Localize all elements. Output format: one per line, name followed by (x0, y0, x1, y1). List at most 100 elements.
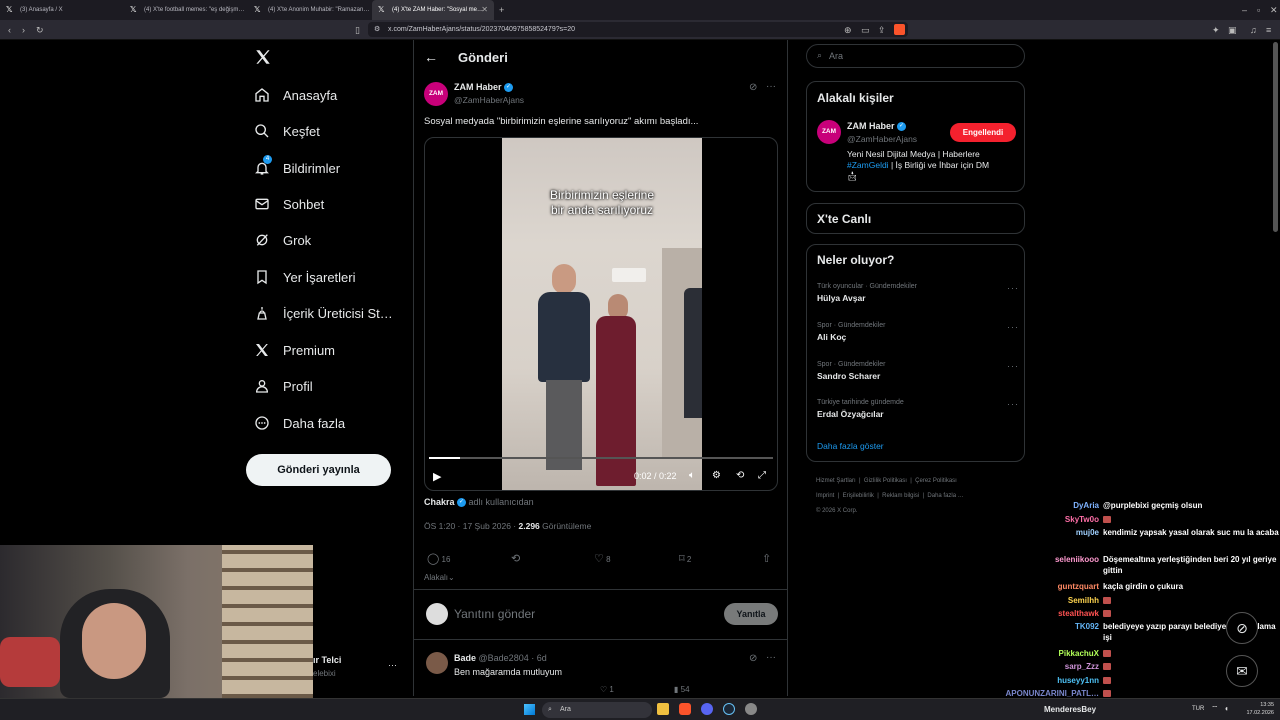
fullscreen-icon[interactable]: ⤢ (758, 470, 766, 481)
browser-tab-1[interactable]: 𝕏 (3) Anasayfa / X (0, 0, 122, 20)
bio-hashtag[interactable]: #ZamGeldi (847, 160, 889, 170)
trend-item[interactable]: Spor · Gündemdekiler Ali Koç ··· (817, 322, 1019, 342)
more-options-icon[interactable]: ··· (1007, 283, 1019, 293)
video-progress-track[interactable] (429, 457, 773, 459)
chat-username[interactable]: muj0e (1076, 527, 1099, 538)
trend-item[interactable]: Türkiye tarihinde gündemde Erdal Özyağcı… (817, 399, 1019, 419)
author-handle[interactable]: @ZamHaberAjans (454, 95, 524, 105)
reply-like-action[interactable]: ♡ 1 (600, 685, 614, 694)
reply-action[interactable]: ◯ 16 (427, 552, 450, 565)
back-icon[interactable]: ‹ (8, 25, 11, 35)
forward-icon[interactable]: › (22, 25, 25, 35)
related-name[interactable]: ZAM Haber ✓ (847, 121, 907, 132)
url-field[interactable]: ⚙ x.com/ZamHaberAjans/status/20237040975… (368, 22, 908, 37)
site-info-icon[interactable]: ⚙ (374, 22, 380, 37)
more-options-icon[interactable]: ··· (766, 81, 776, 92)
sidebar-item-bookmarks[interactable]: Yer İşaretleri (254, 262, 356, 292)
reply-avatar[interactable] (426, 652, 448, 674)
play-icon[interactable]: ▶ (433, 470, 441, 483)
footer-link[interactable]: Hizmet Şartları (816, 478, 856, 484)
chat-username[interactable]: DyAria (1073, 500, 1099, 511)
menu-icon[interactable]: ≡ (1266, 25, 1271, 35)
bookmark-page-icon[interactable]: ▯ (355, 25, 360, 35)
media-icon[interactable]: ♫ (1250, 25, 1257, 35)
new-tab-button[interactable]: + (499, 5, 504, 15)
chat-username[interactable]: PikkachuX (1059, 648, 1099, 659)
more-options-icon[interactable]: ··· (1007, 399, 1019, 409)
loop-icon[interactable]: ⟲ (736, 470, 744, 481)
related-handle[interactable]: @ZamHaberAjans (847, 134, 917, 144)
grok-icon[interactable]: ⊘ (749, 82, 757, 93)
browser-tab-2[interactable]: 𝕏 (4) X'te football memes: "eş değişm… (124, 0, 246, 20)
chat-username[interactable]: SkyTw0o (1065, 514, 1099, 525)
close-window-icon[interactable]: ✕ (1270, 5, 1278, 15)
chat-username[interactable]: huseyy1nn (1057, 675, 1099, 686)
blocked-button[interactable]: Engellendi (950, 123, 1016, 142)
file-explorer-icon[interactable] (657, 703, 669, 715)
taskbar-search[interactable]: ⌕ Ara (542, 702, 652, 718)
sidebar-item-explore[interactable]: Keşfet (254, 116, 320, 146)
show-more-link[interactable]: Daha fazla göster (817, 441, 884, 451)
tweet-timestamp[interactable]: ÖS 1:20 · 17 Şub 2026 · (424, 521, 519, 531)
cast-icon[interactable]: ▭ (861, 25, 870, 35)
minimize-icon[interactable]: – (1242, 5, 1247, 15)
sidebar-item-home[interactable]: Anasayfa (254, 80, 337, 110)
chat-username[interactable]: guntzquart (1058, 581, 1099, 592)
network-icon[interactable]: ⌔ (1211, 704, 1219, 714)
reply-button[interactable]: Yanıtla (724, 603, 778, 625)
author-name[interactable]: ZAM Haber ✓ (454, 82, 514, 93)
maximize-icon[interactable]: ▫ (1257, 5, 1260, 15)
sidebar-item-more[interactable]: Daha fazla (254, 408, 345, 438)
reply-author[interactable]: Bade @Bade2804 · 6d (454, 653, 547, 663)
footer-link[interactable]: Daha fazla … (927, 493, 963, 499)
footer-link[interactable]: Imprint (816, 493, 834, 499)
video-player[interactable]: Birbirimizin eşlerine bir anda sarılıyor… (424, 137, 778, 491)
windows-start-icon[interactable] (524, 704, 535, 715)
account-name[interactable]: ır Telci (313, 655, 341, 665)
browser-tab-3[interactable]: 𝕏 (4) X'te Anonim Muhabir: "Ramazan… (248, 0, 370, 20)
volume-icon[interactable]: 🔈︎ (689, 470, 695, 481)
chat-username[interactable]: Semilhh (1068, 595, 1099, 606)
grok-float-icon[interactable]: ⊘ (1226, 612, 1258, 644)
app-icon[interactable] (745, 703, 757, 715)
x-logo-icon[interactable] (254, 48, 272, 66)
post-button[interactable]: Gönderi yayınla (246, 454, 391, 486)
avatar[interactable]: ZAM (424, 82, 448, 106)
related-dropdown[interactable]: Alakalı⌄ (424, 573, 455, 582)
more-options-icon[interactable]: ··· (766, 652, 776, 663)
footer-link[interactable]: Reklam bilgisi (882, 493, 919, 499)
chat-username[interactable]: seleniikooo (1055, 554, 1099, 565)
chat-username[interactable]: sarp_Zzz (1065, 661, 1099, 672)
sidebar-item-chat[interactable]: Sohbet (254, 189, 324, 219)
footer-link[interactable]: Gizlilik Politikası (864, 478, 907, 484)
wallet-icon[interactable]: ▣ (1228, 25, 1237, 35)
sidebar-item-creator-studio[interactable]: İçerik Üreticisi St… (254, 298, 393, 328)
clock[interactable]: 13:35 17.02.2026 (1240, 701, 1274, 717)
brave-icon[interactable] (679, 703, 691, 715)
sidebar-item-notifications[interactable]: 4 Bildirimler (254, 153, 340, 183)
footer-link[interactable]: Erişilebilirlik (843, 493, 874, 499)
more-options-icon[interactable]: ··· (1007, 322, 1019, 332)
page-scrollbar[interactable] (1273, 42, 1278, 232)
trend-item[interactable]: Türk oyuncular · Gündemdekiler Hülya Avş… (817, 283, 1019, 303)
share-icon[interactable]: ⇪ (878, 25, 886, 35)
chat-username[interactable]: TK092 (1075, 621, 1099, 632)
tagged-user[interactable]: Chakra ✓ adlı kullanıcıdan (424, 497, 534, 508)
messages-float-icon[interactable]: ✉ (1226, 655, 1258, 687)
reply-views[interactable]: ▮ 54 (674, 685, 690, 694)
reply-input[interactable]: Yanıtını gönder (454, 607, 535, 621)
footer-link[interactable]: Çerez Politikası (915, 478, 957, 484)
brave-shield-icon[interactable] (894, 24, 905, 35)
back-arrow-icon[interactable]: ← (424, 49, 438, 65)
more-options-icon[interactable]: ··· (1007, 361, 1019, 371)
settings-icon[interactable]: ⚙ (712, 470, 721, 481)
browser-tab-active[interactable]: 𝕏 (4) X'te ZAM Haber: "Sosyal me… ✕ (372, 0, 494, 20)
extensions-icon[interactable]: ✦ (1212, 25, 1220, 35)
grok-icon[interactable]: ⊘ (749, 653, 757, 664)
steam-icon[interactable] (723, 703, 735, 715)
retweet-action[interactable]: ⟲ (511, 552, 520, 565)
live-box[interactable]: X'te Canlı (806, 203, 1025, 234)
chat-username[interactable]: stealthawk (1058, 608, 1099, 619)
account-more-icon[interactable]: ··· (388, 660, 397, 670)
trend-item[interactable]: Spor · Gündemdekiler Sandro Scharer ··· (817, 361, 1019, 381)
